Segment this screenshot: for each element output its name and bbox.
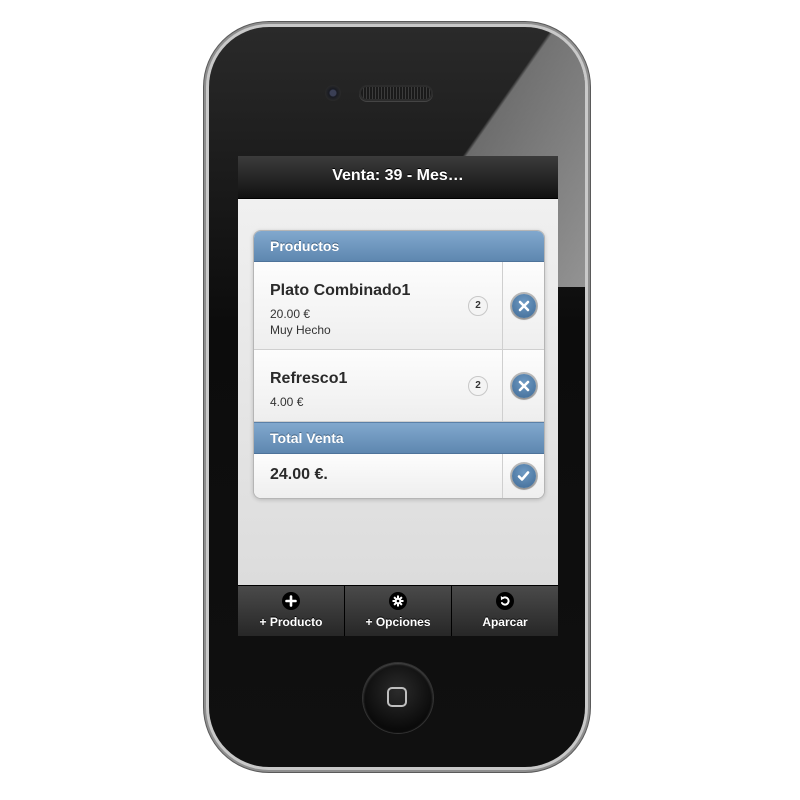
list-item[interactable]: Refresco1 4.00 € 2	[254, 350, 544, 422]
home-square-icon	[387, 687, 407, 707]
plus-icon	[282, 592, 300, 610]
back-icon	[496, 592, 514, 610]
count-badge: 2	[468, 295, 488, 316]
product-note: Muy Hecho	[270, 323, 331, 337]
confirm-sale-button[interactable]	[502, 454, 544, 498]
check-icon	[511, 464, 536, 488]
product-item-main[interactable]: Plato Combinado1 20.00 € Muy Hecho 2	[254, 262, 502, 349]
delete-icon	[511, 293, 536, 318]
total-row[interactable]: 24.00 €.	[254, 454, 544, 498]
nav-label: + Opciones	[365, 615, 431, 629]
count-badge: 2	[468, 375, 488, 396]
product-name: Refresco1	[270, 370, 348, 387]
products-divider: Productos	[254, 231, 544, 262]
list-item[interactable]: Plato Combinado1 20.00 € Muy Hecho 2	[254, 262, 544, 350]
page-title: Venta: 39 - Mes…	[238, 156, 558, 199]
product-price: 4.00 €	[270, 395, 304, 409]
app-screen: Venta: 39 - Mes… Productos Plato Combina…	[238, 156, 558, 636]
nav-label: + Producto	[259, 615, 323, 629]
total-value: 24.00 €.	[270, 466, 328, 483]
sale-listview: Productos Plato Combinado1 20.00 € Muy H…	[253, 230, 545, 499]
product-name: Plato Combinado1	[270, 282, 411, 299]
add-options-button[interactable]: + Opciones	[345, 586, 452, 636]
product-item-main[interactable]: Refresco1 4.00 € 2	[254, 350, 502, 421]
add-product-button[interactable]: + Producto	[238, 586, 345, 636]
home-button[interactable]	[363, 663, 433, 733]
gear-icon	[389, 592, 407, 610]
navbar: + Producto + Opciones Aparcar	[238, 585, 558, 636]
total-divider: Total Venta	[254, 422, 544, 454]
front-camera-icon	[325, 85, 341, 101]
speaker-grille	[361, 87, 431, 99]
park-button[interactable]: Aparcar	[452, 586, 558, 636]
product-price: 20.00 €	[270, 307, 311, 321]
nav-label: Aparcar	[482, 615, 528, 629]
delete-product-button[interactable]	[502, 350, 544, 421]
delete-icon	[511, 373, 536, 398]
delete-product-button[interactable]	[502, 262, 544, 349]
